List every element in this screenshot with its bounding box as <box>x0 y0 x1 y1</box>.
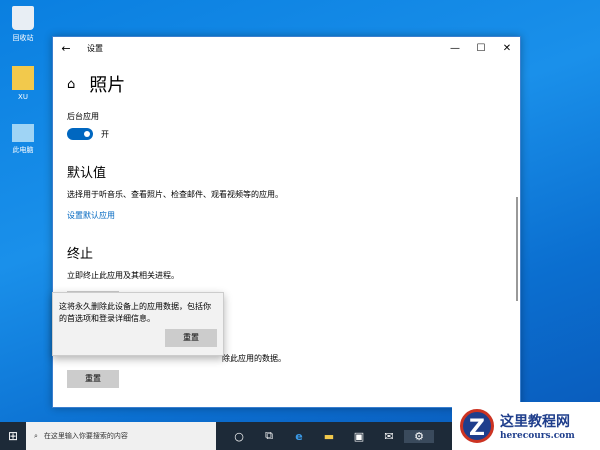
back-button[interactable]: ← <box>53 42 79 55</box>
file-explorer-icon[interactable]: ▬ <box>314 430 344 443</box>
toggle-state: 开 <box>101 129 109 139</box>
page-title: 照片 <box>89 75 126 96</box>
reset-confirm-flyout: 这将永久删除此设备上的应用数据，包括你的首选项和登录详细信息。 重置 <box>52 292 224 356</box>
window-title: 设置 <box>87 43 103 53</box>
watermark-logo: Z <box>460 409 494 443</box>
minimize-button[interactable]: — <box>442 43 468 54</box>
cortana-icon[interactable]: ○ <box>224 430 254 443</box>
recycle-bin-icon <box>12 6 34 30</box>
home-icon[interactable]: ⌂ <box>67 77 75 92</box>
background-apps-toggle[interactable] <box>67 128 93 140</box>
desktop-icon-this-pc[interactable]: 此电脑 <box>4 124 42 155</box>
edge-icon[interactable]: e <box>284 430 314 443</box>
set-defaults-link[interactable]: 设置默认应用 <box>67 210 506 221</box>
terminate-heading: 终止 <box>67 247 94 262</box>
confirm-reset-button[interactable]: 重置 <box>165 329 217 347</box>
watermark: Z 这里教程网 herecours.com <box>452 402 600 450</box>
taskbar-search-box[interactable]: ⌕ 在这里输入你要搜索的内容 <box>26 422 216 450</box>
mail-icon[interactable]: ✉ <box>374 430 404 443</box>
terminate-description: 立即终止此应用及其相关进程。 <box>67 271 179 280</box>
defaults-description: 选择用于听音乐、查看照片、检查邮件、观看视频等的应用。 <box>67 190 283 199</box>
computer-icon <box>12 124 34 142</box>
desktop-icon-recycle-bin[interactable]: 回收站 <box>4 6 42 43</box>
background-apps-label: 后台应用 <box>67 112 99 121</box>
search-icon: ⌕ <box>34 431 38 440</box>
store-icon[interactable]: ▣ <box>344 430 374 443</box>
flyout-message: 这将永久删除此设备上的应用数据，包括你的首选项和登录详细信息。 <box>59 302 211 323</box>
title-bar: ← 设置 — ☐ ✕ <box>53 37 520 59</box>
settings-gear-icon[interactable]: ⚙ <box>404 429 434 443</box>
task-view-icon[interactable]: ⧉ <box>254 429 284 443</box>
reset-button[interactable]: 重置 <box>67 370 119 388</box>
desktop-icon-user[interactable]: XU <box>4 66 42 101</box>
close-button[interactable]: ✕ <box>494 43 520 54</box>
windows-start-icon[interactable]: ⊞ <box>0 429 26 443</box>
maximize-button[interactable]: ☐ <box>468 43 494 54</box>
user-folder-icon <box>12 66 34 90</box>
defaults-heading: 默认值 <box>67 166 107 181</box>
scrollbar[interactable] <box>516 197 518 301</box>
